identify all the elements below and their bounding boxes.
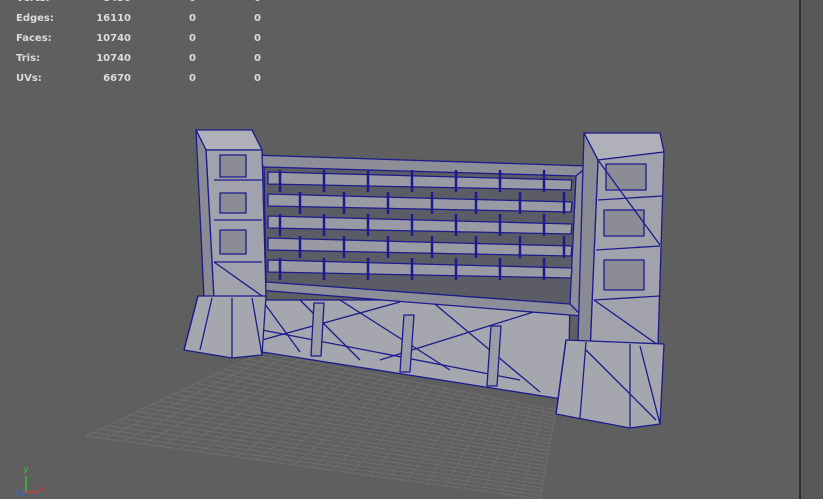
hud-value-third: 0 — [254, 33, 261, 44]
axis-z-line — [19, 491, 27, 497]
hud-label: Edges: — [16, 13, 54, 24]
left-plate-3 — [219, 229, 247, 255]
left-pillar-top — [195, 129, 263, 151]
hud-value-total: 6670 — [103, 73, 131, 84]
left-plate-2 — [219, 192, 247, 214]
right-plate-1 — [605, 163, 647, 191]
left-plate-1 — [219, 154, 247, 178]
poly-count-hud: Verts:843000Edges:1611000Faces:1074000Tr… — [0, 0, 280, 90]
barrier-mesh[interactable] — [183, 129, 665, 429]
hud-label: Tris: — [16, 53, 41, 64]
hud-value-third: 0 — [230, 0, 261, 4]
hud-row: UVs: 6670 0 0 — [0, 73, 280, 87]
axis-z-label: z — [14, 488, 19, 498]
hud-value-selected: 0 — [166, 0, 196, 4]
right-foot — [555, 339, 665, 429]
hud-value-third: 0 — [254, 53, 261, 64]
hud-row: Tris: 10740 0 0 — [0, 53, 280, 67]
axis-y-label: y — [23, 465, 29, 475]
hud-row: Edges: 16110 0 0 — [0, 13, 280, 27]
hud-row: Verts: 8430 0 0 — [0, 0, 280, 7]
hud-value-selected: 0 — [189, 33, 196, 44]
3d-viewport[interactable]: Verts:843000Edges:1611000Faces:1074000Tr… — [0, 0, 799, 499]
hud-row: Faces: 10740 0 0 — [0, 33, 280, 47]
grid-line — [85, 435, 541, 499]
hud-value-total: 10740 — [96, 53, 131, 64]
hud-label: Verts: — [16, 0, 50, 4]
rib-1 — [310, 302, 325, 357]
viewport-side-border — [799, 0, 823, 499]
hud-value-selected: 0 — [189, 13, 196, 24]
axis-x-label: x — [39, 485, 45, 495]
axis-gizmo: y x z — [14, 465, 54, 498]
hud-value-total: 16110 — [96, 13, 131, 24]
hud-value-total: 8430 — [90, 0, 131, 4]
right-plate-3 — [603, 259, 645, 291]
grid-line — [93, 432, 541, 496]
hud-value-selected: 0 — [189, 53, 196, 64]
hud-value-selected: 0 — [189, 73, 196, 84]
hud-label: UVs: — [16, 73, 42, 84]
hud-value-third: 0 — [254, 73, 261, 84]
hud-value-third: 0 — [254, 13, 261, 24]
hud-value-total: 10740 — [96, 33, 131, 44]
hud-label: Faces: — [16, 33, 52, 44]
